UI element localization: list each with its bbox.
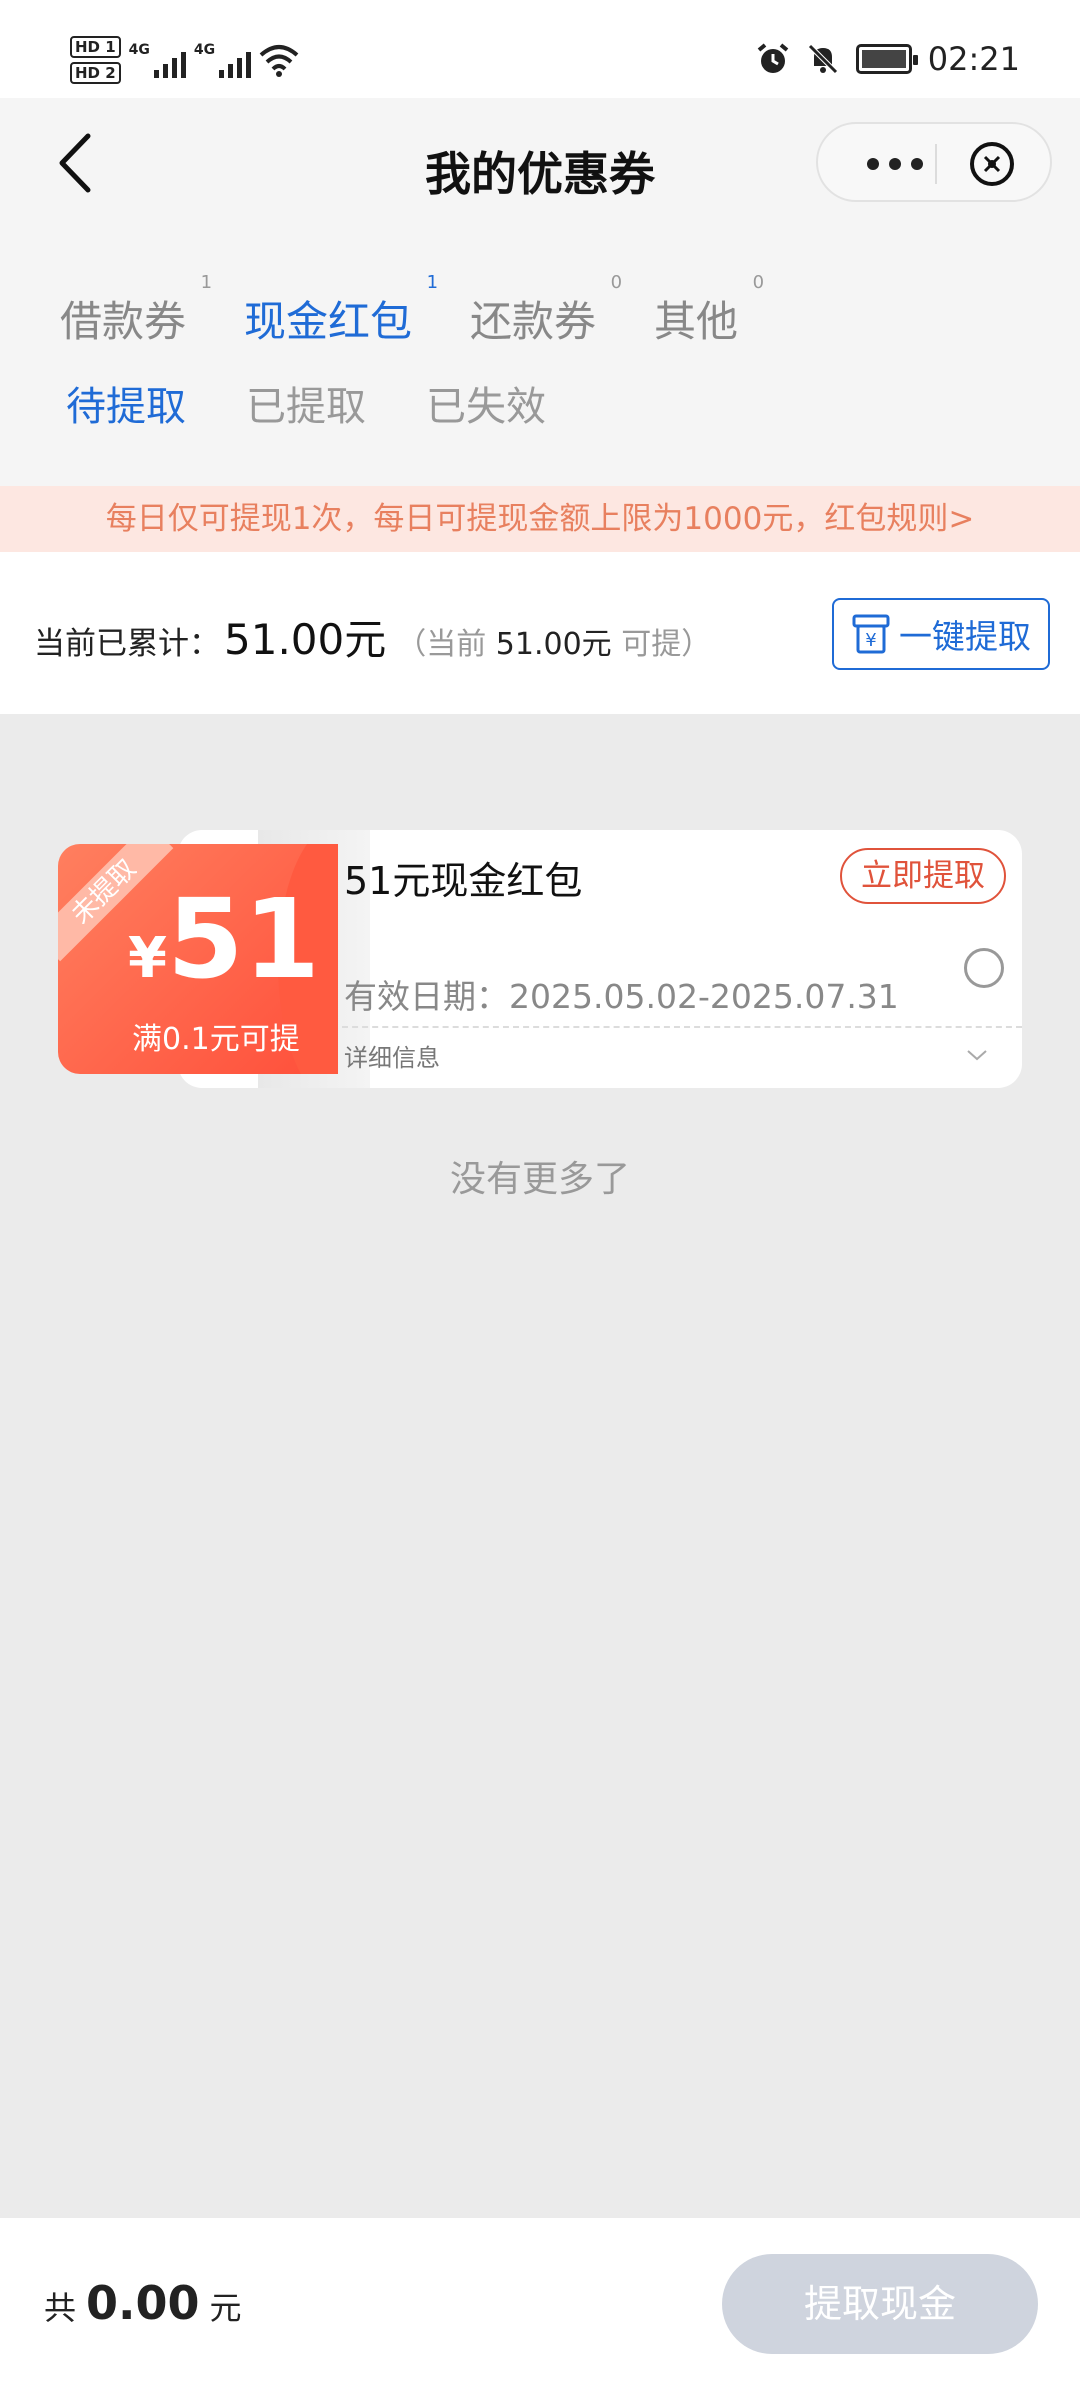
wifi-icon (259, 45, 299, 77)
withdraw-all-button[interactable]: ¥ 一键提取 (832, 598, 1050, 670)
tab-other[interactable]: 其他 0 (654, 272, 764, 349)
select-radio[interactable] (964, 948, 1004, 988)
clock: 02:21 (927, 40, 1020, 78)
tab-repayment-coupon[interactable]: 还款券 0 (470, 272, 622, 349)
tab-count: 0 (610, 272, 623, 293)
close-icon[interactable] (968, 140, 1016, 188)
coupon-validity: 有效日期：2025.05.02-2025.07.31 (344, 977, 899, 1016)
signal-1-icon: 4G (129, 42, 186, 78)
mute-icon (808, 44, 838, 74)
alarm-icon (757, 43, 789, 73)
selected-total: 共 0.00 元 (44, 2276, 242, 2330)
accumulated-amount: 51.00元 (224, 615, 387, 664)
rules-notice[interactable]: 每日仅可提现1次，每日可提现金额上限为1000元，红包规则> (0, 486, 1080, 552)
divider (342, 1026, 1022, 1028)
withdraw-now-button[interactable]: 立即提取 (840, 848, 1006, 904)
tab-count: 1 (426, 272, 439, 293)
status-bar: HD 1 HD 2 4G 4G 02:21 (0, 0, 1080, 98)
tab-loan-coupon[interactable]: 借款券 1 (60, 272, 212, 349)
more-icon[interactable] (850, 144, 940, 184)
chevron-down-icon[interactable] (966, 1044, 988, 1066)
status-subtabs: 待提取 已提取 已失效 (66, 374, 546, 432)
svg-text:¥: ¥ (865, 630, 876, 651)
details-toggle[interactable]: 详细信息 (344, 1038, 440, 1073)
tab-count: 0 (752, 272, 765, 293)
signal-2-icon: 4G (194, 42, 252, 78)
coupon-title: 51元现金红包 (344, 859, 583, 903)
subtab-withdrawn[interactable]: 已提取 (246, 374, 366, 432)
cash-register-icon: ¥ (852, 614, 890, 654)
bottom-bar: 共 0.00 元 提取现金 (0, 2218, 1080, 2388)
battery-icon (855, 44, 918, 74)
tab-cash-red-packet[interactable]: 现金红包 1 (244, 272, 438, 349)
end-of-list: 没有更多了 (449, 1159, 630, 1200)
network-indicators: HD 1 HD 2 4G 4G (70, 36, 299, 84)
sim2-badge: HD 2 (70, 62, 121, 84)
coupon-type-tabs: 借款券 1 现金红包 1 还款券 0 其他 0 (60, 272, 796, 349)
coupon-card[interactable]: 未提取 ¥ 51 满0.1元可提 51元现金红包 立即提取 有效日期：2025.… (58, 830, 1022, 1088)
sim1-badge: HD 1 (70, 36, 121, 58)
summary-bar: 当前已累计： 51.00元 （当前 51.00元 可提） ¥ 一键提取 (0, 552, 1080, 714)
summary-label: 当前已累计： (34, 626, 220, 662)
coupon-stub: 未提取 ¥ 51 满0.1元可提 (58, 844, 338, 1074)
subtab-expired[interactable]: 已失效 (426, 374, 546, 432)
header: 我的优惠券 借款券 1 现金红包 1 还款券 0 其他 0 待提取 已提取 已失效 (0, 98, 1080, 486)
coupon-value: ¥ 51 (128, 875, 321, 1003)
coupon-condition: 满0.1元可提 (132, 1022, 300, 1057)
tab-count: 1 (200, 272, 213, 293)
withdraw-cash-button[interactable]: 提取现金 (722, 2254, 1038, 2354)
miniapp-capsule (816, 122, 1052, 202)
available-amount: 51.00元 (495, 627, 612, 662)
subtab-pending[interactable]: 待提取 (66, 374, 186, 432)
